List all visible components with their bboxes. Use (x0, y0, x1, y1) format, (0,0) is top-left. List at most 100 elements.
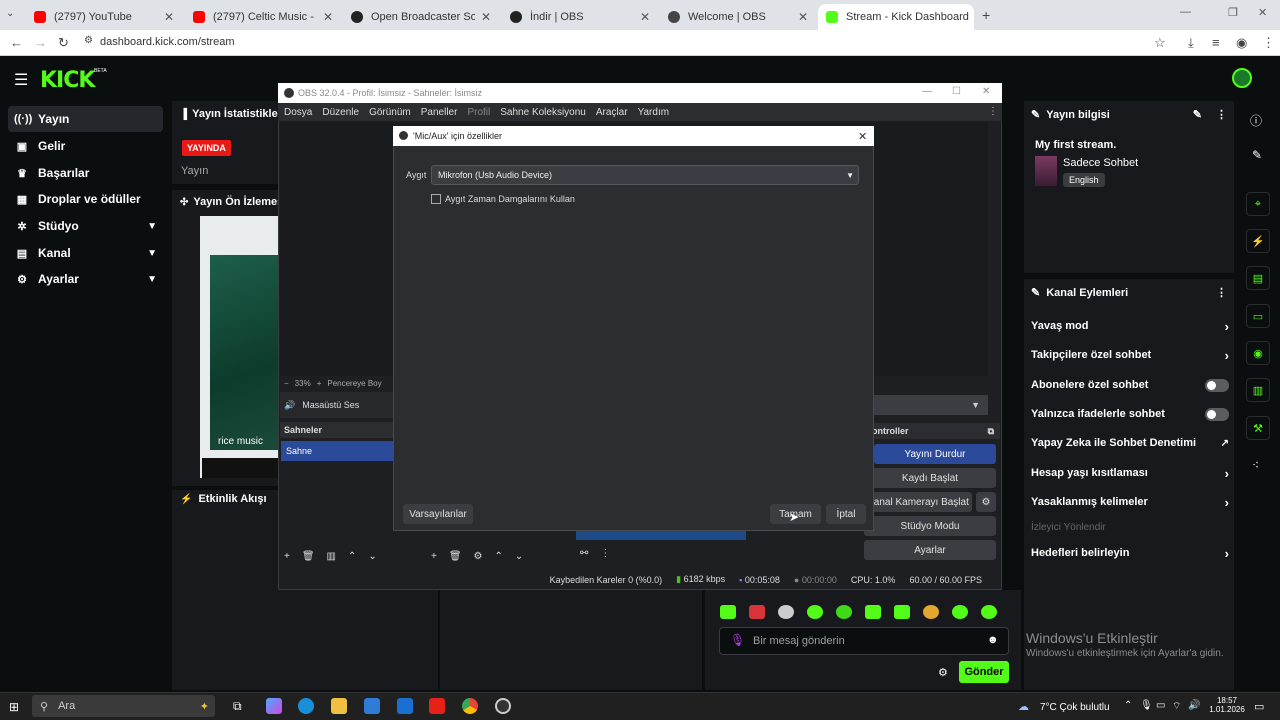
download-icon[interactable]: ⤓ (1188, 35, 1194, 51)
start-virtual-camera-button[interactable]: Sanal Kamerayı Başlat (864, 492, 972, 512)
dialog-close-icon[interactable]: ✕ (858, 130, 867, 143)
emotes-only-toggle[interactable] (1205, 407, 1229, 421)
action-subscribers-only[interactable]: Abonelere özel sohbet (1031, 375, 1229, 395)
emote-icon[interactable] (923, 605, 939, 619)
close-icon[interactable]: ✕ (317, 10, 333, 24)
action-emotes-only[interactable]: Yalnızca ifadelerle sohbet (1031, 404, 1229, 424)
add-icon[interactable]: + (284, 551, 290, 562)
microphone-tray-icon[interactable]: 🎙 (1140, 700, 1153, 711)
close-window-icon[interactable]: ✕ (1258, 6, 1267, 19)
pencil-icon[interactable]: ✎ (1252, 148, 1262, 162)
tab-obs-welcome[interactable]: Welcome | OBS ✕ (660, 4, 816, 30)
cancel-button[interactable]: İptal (826, 504, 866, 524)
start-recording-button[interactable]: Kaydı Başlat (864, 468, 996, 488)
studio-mode-button[interactable]: Stüdyo Modu (864, 516, 996, 536)
undock-icon[interactable]: ⧉ (988, 426, 994, 437)
trash-icon[interactable]: 🗑 (302, 551, 315, 562)
arrow-up-icon[interactable]: ⌃ (348, 551, 356, 562)
wrench-icon[interactable]: ⚒ (1246, 416, 1270, 440)
sidebar-item-ayarlar[interactable]: ⚙ Ayarlar ▼ (8, 266, 163, 292)
focus-icon[interactable]: ⌖ (1246, 192, 1270, 216)
video-controls[interactable] (202, 458, 278, 478)
obs-close-icon[interactable]: ✕ (982, 86, 990, 97)
emote-icon[interactable] (894, 605, 910, 619)
maximize-icon[interactable]: ❐ (1228, 6, 1238, 19)
emote-icon[interactable] (865, 605, 881, 619)
taskbar-search[interactable]: ⚲ Ara ✦ (32, 695, 215, 717)
forward-icon[interactable]: → (34, 35, 47, 50)
kick-logo[interactable]: KICK (40, 68, 95, 93)
layout-icon[interactable]: ▥ (1246, 378, 1270, 402)
trash-icon[interactable]: 🗑 (449, 551, 462, 562)
store-icon[interactable] (364, 698, 380, 714)
tab-kick-dashboard[interactable]: Stream - Kick Dashboard✕ (818, 4, 974, 30)
tab-celtic-music[interactable]: (2797) Celtic Music - Relaxing F✕ (185, 4, 341, 30)
chrome-icon[interactable] (462, 698, 478, 714)
tab-youtube[interactable]: (2797) YouTube ✕ (26, 4, 182, 30)
avatar[interactable] (1232, 68, 1252, 88)
chat-settings-icon[interactable]: ⚙ (938, 666, 948, 679)
more-icon[interactable]: ⋮ (1216, 286, 1227, 299)
obs-audio-source[interactable]: 🔊 Masaüstü Ses (280, 392, 394, 418)
settings-button[interactable]: Ayarlar (864, 540, 996, 560)
bookmark-star-icon[interactable]: ☆ (1154, 35, 1166, 51)
obs-menu-more-icon[interactable]: ⋮ (988, 106, 998, 117)
emote-icon[interactable] (778, 605, 794, 619)
tray-chevron-icon[interactable]: ⌃ (1124, 700, 1132, 711)
battery-icon[interactable]: ▭ (1156, 700, 1165, 711)
menu-dosya[interactable]: Dosya (284, 107, 312, 118)
close-icon[interactable]: ✕ (969, 10, 974, 24)
menu-profil[interactable]: Profil (467, 107, 490, 118)
site-info-icon[interactable]: ⚙ (84, 35, 93, 46)
obs-taskbar-icon[interactable] (495, 698, 511, 714)
zoom-out-icon[interactable]: − (284, 379, 289, 388)
more-icon[interactable]: ⋮ (1216, 108, 1227, 121)
emote-icon[interactable] (720, 605, 736, 619)
action-set-goals[interactable]: Hedefleri belirleyin › (1031, 543, 1229, 563)
menu-paneller[interactable]: Paneller (421, 107, 458, 118)
edge-icon[interactable] (298, 698, 314, 714)
device-select[interactable]: Mikrofon (Usb Audio Device) ▼ (431, 165, 859, 185)
task-view-icon[interactable]: ⧉ (233, 699, 242, 714)
arrow-down-icon[interactable]: ⌄ (515, 551, 523, 562)
stop-streaming-button[interactable]: Yayını Durdur (874, 444, 996, 464)
clock[interactable]: 18:57 1.01.2026 (1208, 696, 1246, 714)
menu-sahne-koleksiyonu[interactable]: Sahne Koleksiyonu (500, 107, 586, 118)
filter-icon[interactable]: ▥ (327, 551, 336, 562)
copilot-icon[interactable] (266, 698, 282, 714)
chat-icon[interactable]: ▭ (1246, 304, 1270, 328)
menu-duzenle[interactable]: Düzenle (322, 107, 359, 118)
volume-icon[interactable]: 🔊 (1188, 700, 1200, 711)
close-icon[interactable]: ✕ (634, 10, 650, 24)
tab-search-icon[interactable]: ⌄ (6, 8, 20, 22)
notification-icon[interactable]: ▭ (1254, 700, 1264, 713)
url-field[interactable]: dashboard.kick.com/stream (100, 36, 235, 48)
virtual-camera-settings-icon[interactable]: ⚙ (976, 492, 996, 512)
sidebar-item-basarilar[interactable]: ♛ Başarılar (8, 160, 163, 186)
reading-list-icon[interactable]: ≡ (1212, 35, 1220, 50)
tab-obs-site[interactable]: Open Broadcaster Software | Ol✕ (343, 4, 499, 30)
sidebar-item-yayin[interactable]: ((·)) Yayın (8, 106, 163, 132)
action-followers-only[interactable]: Takipçilere özel sohbet › (1031, 345, 1229, 365)
minimize-icon[interactable]: — (1180, 6, 1191, 18)
subscribers-only-toggle[interactable] (1205, 378, 1229, 392)
network-icon[interactable]: ⌔ (1172, 700, 1181, 713)
link-icon[interactable]: ⚯ (580, 548, 588, 559)
action-account-age[interactable]: Hesap yaşı kısıtlaması › (1031, 463, 1229, 483)
lightning-icon[interactable]: ⚡ (1246, 229, 1270, 253)
close-icon[interactable]: ✕ (475, 10, 491, 24)
obs-minimize-icon[interactable]: — (922, 86, 932, 97)
emote-icon[interactable] (836, 605, 852, 619)
list-icon[interactable]: ▤ (1246, 266, 1270, 290)
mail-icon[interactable] (397, 698, 413, 714)
more-icon[interactable]: ⋮ (600, 548, 610, 559)
menu-araclar[interactable]: Araçlar (596, 107, 628, 118)
action-slow-mode[interactable]: Yavaş mod › (1031, 316, 1229, 336)
fit-window-label[interactable]: Pencereye Boy (327, 379, 381, 388)
arrow-up-icon[interactable]: ⌃ (495, 551, 503, 562)
info-icon[interactable]: ⓘ (1250, 112, 1262, 129)
reload-icon[interactable]: ↻ (58, 35, 69, 51)
sidebar-item-gelir[interactable]: ▣ Gelir (8, 133, 163, 159)
emote-icon[interactable] (807, 605, 823, 619)
arrow-down-icon[interactable]: ⌄ (368, 551, 376, 562)
